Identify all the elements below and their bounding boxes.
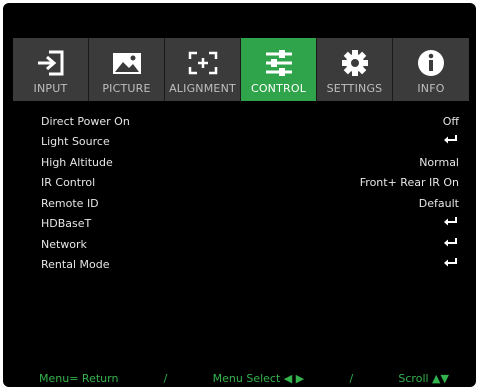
footer-separator: / [163,372,168,385]
tab-picture[interactable]: PICTURE [89,38,165,101]
tab-label: ALIGNMENT [169,82,236,95]
menu-item-label: Network [41,237,87,251]
alignment-icon [185,48,221,78]
enter-icon [443,237,459,252]
enter-icon [443,257,459,272]
menu-item-label: Light Source [41,135,110,149]
footer-menu-select: Menu Select ◀ ▶ [212,372,305,385]
footer-menu-return: Menu= Return [39,372,119,385]
menu-item-label: HDBaseT [41,217,92,231]
tab-alignment[interactable]: ALIGNMENT [165,38,241,101]
menu-item-value: Front+ Rear IR On [359,176,459,190]
menu-item-value: Default [418,196,459,210]
menu-item-label: High Altitude [41,155,113,169]
menu-item-hdbaset[interactable]: HDBaseT [41,214,459,235]
osd-panel: INPUT PICTURE ALIGNMENT CONTROL SETTINGS… [3,3,476,387]
menu-item-value: Normal [419,155,459,169]
tab-control[interactable]: CONTROL [241,38,317,101]
enter-icon [443,216,459,231]
menu-item-label: IR Control [41,176,96,190]
footer-scroll: Scroll ▲▼ [398,372,449,385]
menu-item-high-altitude[interactable]: High Altitude Normal [41,152,459,173]
menu-item-network[interactable]: Network [41,234,459,255]
info-icon [413,48,449,78]
tab-info[interactable]: INFO [393,38,469,101]
menu-item-value: Off [442,114,459,128]
footer-hints: Menu= Return / Menu Select ◀ ▶ / Scroll … [39,372,449,386]
control-sliders-icon [261,48,297,78]
tab-label: INFO [417,82,445,95]
menu-item-ir-control[interactable]: IR Control Front+ Rear IR On [41,173,459,194]
menu-item-rental-mode[interactable]: Rental Mode [41,255,459,276]
tab-label: CONTROL [250,82,307,95]
picture-icon [109,48,145,78]
control-menu-list: Direct Power On Off Light Source High Al… [41,111,459,275]
tab-input[interactable]: INPUT [13,38,89,101]
tab-bar: INPUT PICTURE ALIGNMENT CONTROL SETTINGS… [13,38,471,101]
menu-item-remote-id[interactable]: Remote ID Default [41,193,459,214]
footer-separator: / [349,372,354,385]
tab-label: SETTINGS [326,82,383,95]
gear-icon [337,48,373,78]
tab-label: PICTURE [102,82,151,95]
menu-item-light-source[interactable]: Light Source [41,132,459,153]
input-icon [33,48,69,78]
tab-settings[interactable]: SETTINGS [317,38,393,101]
menu-item-label: Direct Power On [41,114,130,128]
tab-label: INPUT [33,82,68,95]
menu-item-label: Remote ID [41,196,99,210]
enter-icon [443,134,459,149]
menu-item-label: Rental Mode [41,258,110,272]
menu-item-direct-power-on[interactable]: Direct Power On Off [41,111,459,132]
